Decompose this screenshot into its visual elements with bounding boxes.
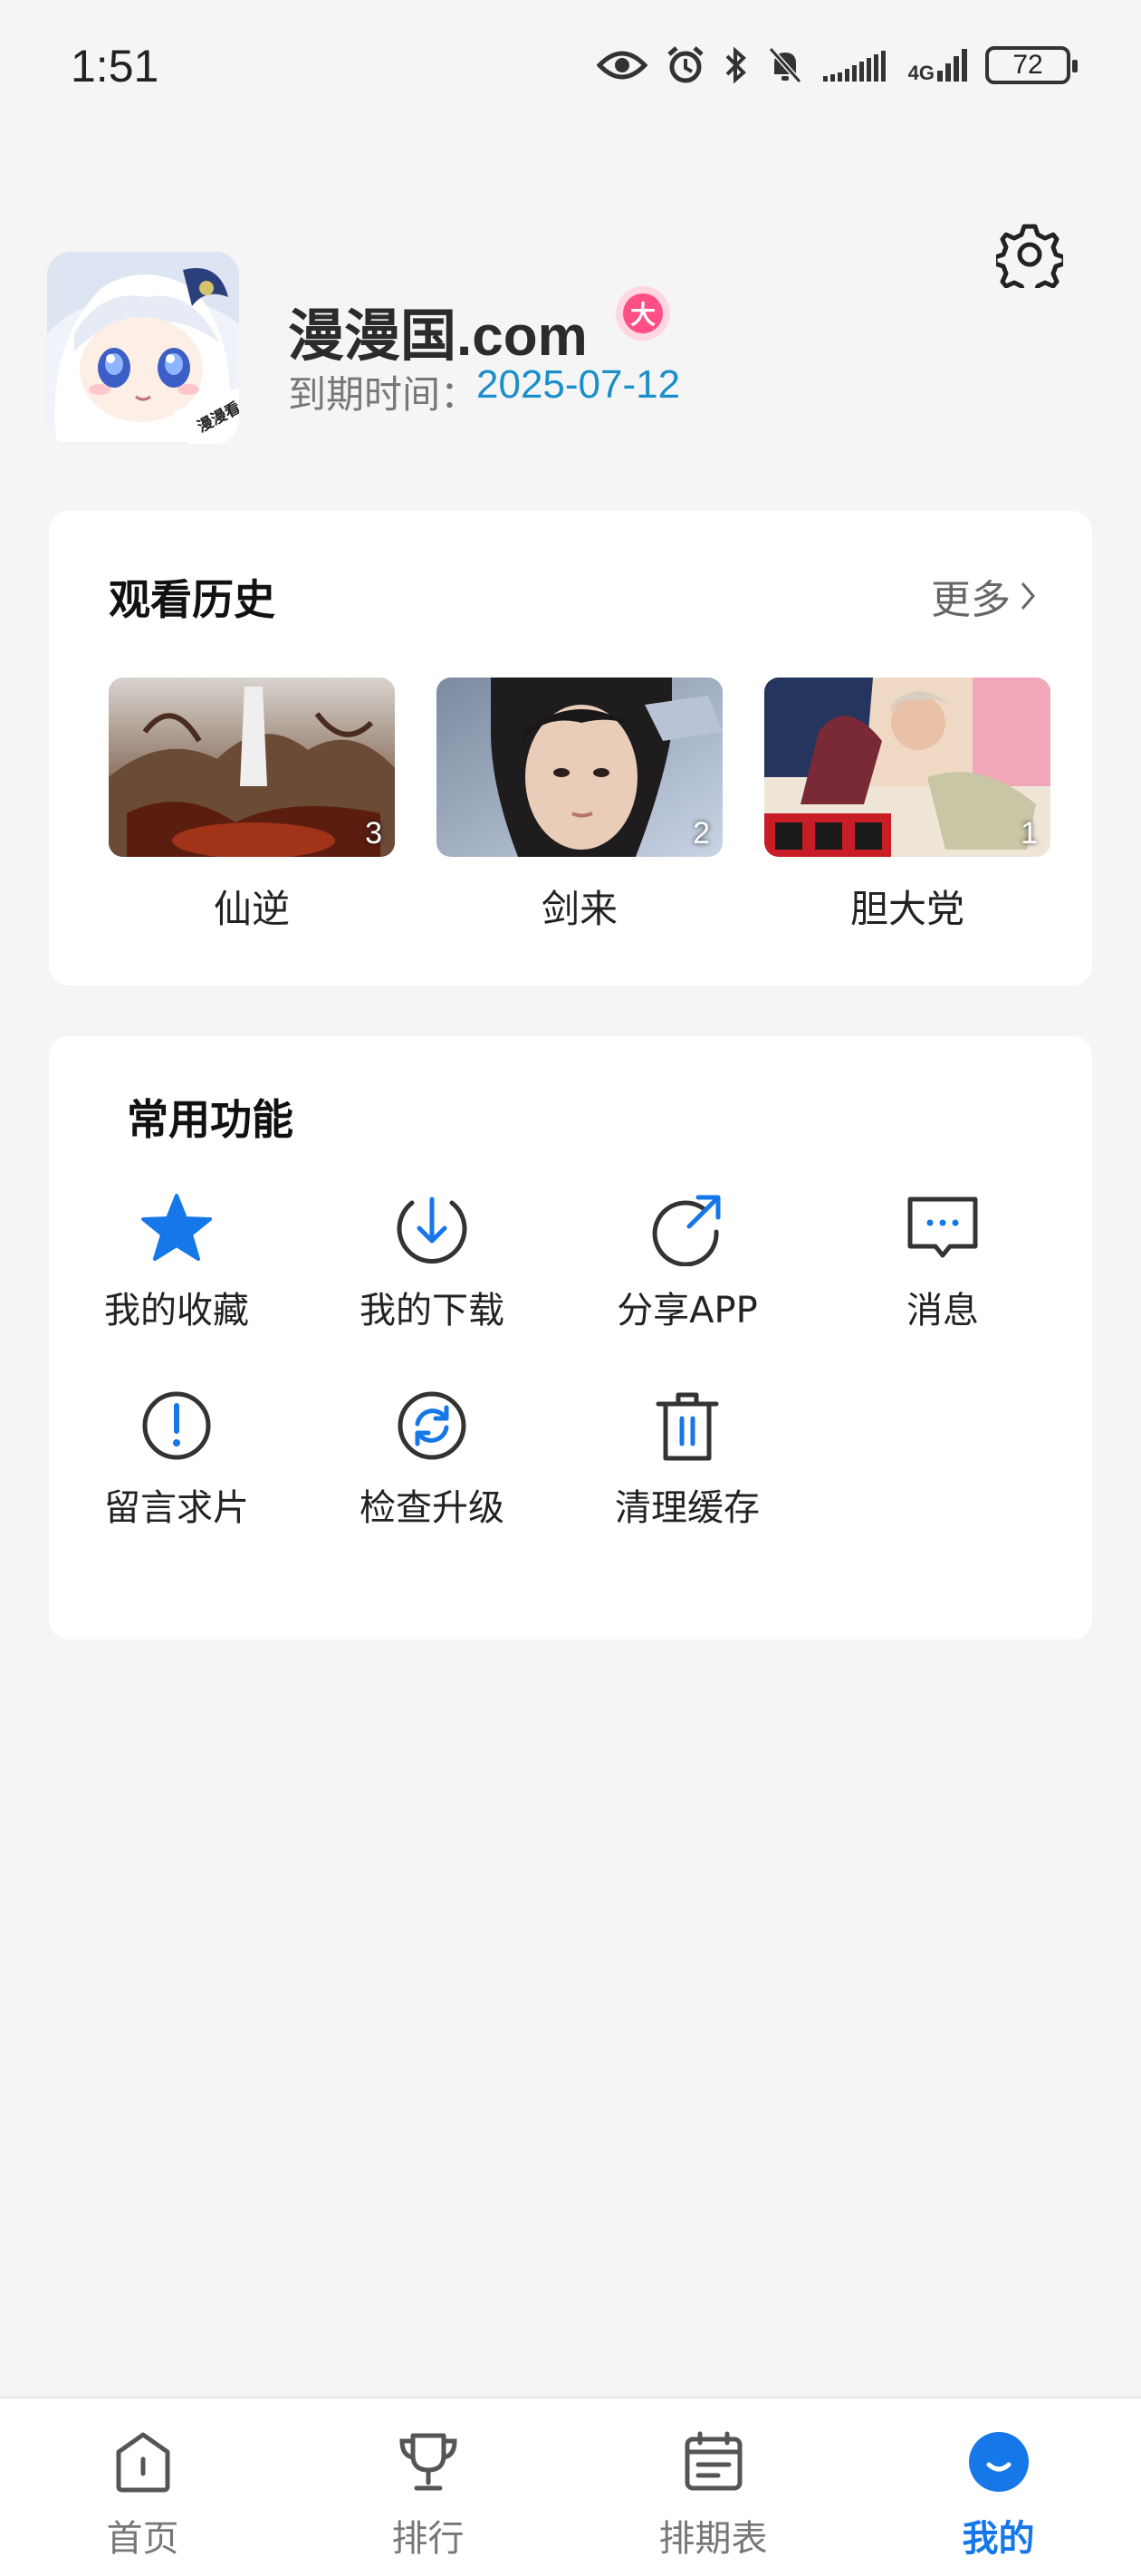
history-more-link[interactable]: 更多 <box>931 567 1036 625</box>
calendar-icon <box>685 2431 742 2491</box>
functions-grid: 我的收藏 我的下载 分享APP 消息 留言求片 检查升级 清理缓存 <box>49 1188 1092 1531</box>
chevron-right-icon <box>1021 582 1035 610</box>
history-item[interactable]: 1 胆大党 <box>764 678 1050 934</box>
functions-title: 常用功能 <box>127 1095 293 1144</box>
history-thumbnail[interactable]: 2 <box>436 678 723 857</box>
episode-count: 2 <box>693 816 710 851</box>
episode-count: 3 <box>365 816 382 851</box>
signal-icon <box>822 51 886 82</box>
function-label: 消息 <box>906 1290 979 1331</box>
home-icon <box>116 2432 169 2493</box>
nav-label: 排期表 <box>658 2518 768 2560</box>
alarm-icon <box>666 46 704 83</box>
eye-icon <box>596 51 647 80</box>
signal-bars-icon <box>937 49 967 82</box>
vip-badge: 大 <box>616 286 670 341</box>
profile-page: 1:51 4G 72 漫漫看 漫漫国.com 大 到期时间： 2025-07-1… <box>0 0 1141 2576</box>
avatar-illustration: 漫漫看 <box>47 252 239 444</box>
share-icon <box>652 1195 721 1266</box>
bottom-nav: 首页 排行 排期表 我的 <box>0 2397 1141 2576</box>
vip-badge-label: 大 <box>623 293 663 333</box>
nav-label: 首页 <box>106 2518 179 2560</box>
clear-cache-button[interactable]: 清理缓存 <box>560 1386 815 1531</box>
function-label: 分享APP <box>617 1290 758 1331</box>
profile-smile-icon <box>968 2432 1029 2492</box>
profile-name: 漫漫国.com <box>288 305 588 368</box>
mute-bell-icon <box>768 47 801 83</box>
nav-home[interactable]: 首页 <box>0 2398 285 2576</box>
expire-label: 到期时间： <box>288 372 479 417</box>
common-functions-card: 常用功能 我的收藏 我的下载 分享APP 消息 留言求片 检查升级 清理缓存 <box>49 1036 1092 1639</box>
exclamation-icon <box>142 1391 211 1460</box>
bluetooth-icon <box>725 46 746 84</box>
history-thumbnail[interactable]: 3 <box>109 678 395 857</box>
profile-header: 漫漫看 漫漫国.com 大 到期时间： 2025-07-12 <box>47 252 1098 444</box>
history-item-title: 剑来 <box>541 887 618 931</box>
more-label: 更多 <box>931 577 1011 623</box>
nav-schedule[interactable]: 排期表 <box>570 2398 856 2576</box>
history-item[interactable]: 3 仙逆 <box>109 678 395 934</box>
nav-ranking[interactable]: 排行 <box>285 2398 570 2576</box>
history-title: 观看历史 <box>109 575 275 624</box>
trash-icon <box>656 1392 719 1461</box>
star-icon <box>141 1194 212 1261</box>
message-icon <box>907 1197 978 1258</box>
messages-button[interactable]: 消息 <box>815 1188 1070 1333</box>
function-label: 留言求片 <box>104 1487 249 1529</box>
refresh-icon <box>398 1391 466 1460</box>
share-app-button[interactable]: 分享APP <box>560 1188 815 1333</box>
expire-date: 2025-07-12 <box>476 362 681 407</box>
check-update-button[interactable]: 检查升级 <box>304 1386 560 1531</box>
nav-mine[interactable]: 我的 <box>856 2398 1141 2576</box>
request-movie-button[interactable]: 留言求片 <box>49 1386 304 1531</box>
avatar[interactable]: 漫漫看 <box>47 252 239 444</box>
history-item-title: 胆大党 <box>849 887 964 931</box>
function-label: 我的下载 <box>360 1290 504 1331</box>
history-item-title: 仙逆 <box>213 887 290 931</box>
downloads-button[interactable]: 我的下载 <box>304 1188 560 1333</box>
watch-history-card: 观看历史 更多 3 仙逆 2 剑来 1 胆大党 <box>49 511 1092 985</box>
favorites-button[interactable]: 我的收藏 <box>49 1188 304 1333</box>
download-icon <box>397 1197 467 1264</box>
function-label: 检查升级 <box>360 1487 504 1529</box>
network-type: 4G <box>908 47 967 83</box>
history-item[interactable]: 2 剑来 <box>436 678 723 934</box>
trophy-icon <box>398 2433 457 2491</box>
battery-level: 72 <box>1012 50 1043 80</box>
nav-label: 我的 <box>962 2518 1035 2560</box>
battery-icon: 72 <box>985 46 1078 84</box>
status-bar: 1:51 4G 72 <box>0 0 1141 145</box>
history-thumbnail[interactable]: 1 <box>764 678 1050 857</box>
function-label: 清理缓存 <box>615 1487 760 1529</box>
status-icons: 4G 72 <box>596 45 1078 85</box>
history-list: 3 仙逆 2 剑来 1 胆大党 <box>109 678 1050 934</box>
episode-count: 1 <box>1021 816 1038 851</box>
function-label: 我的收藏 <box>104 1290 249 1331</box>
nav-label: 排行 <box>391 2518 465 2560</box>
status-time: 1:51 <box>71 41 159 91</box>
